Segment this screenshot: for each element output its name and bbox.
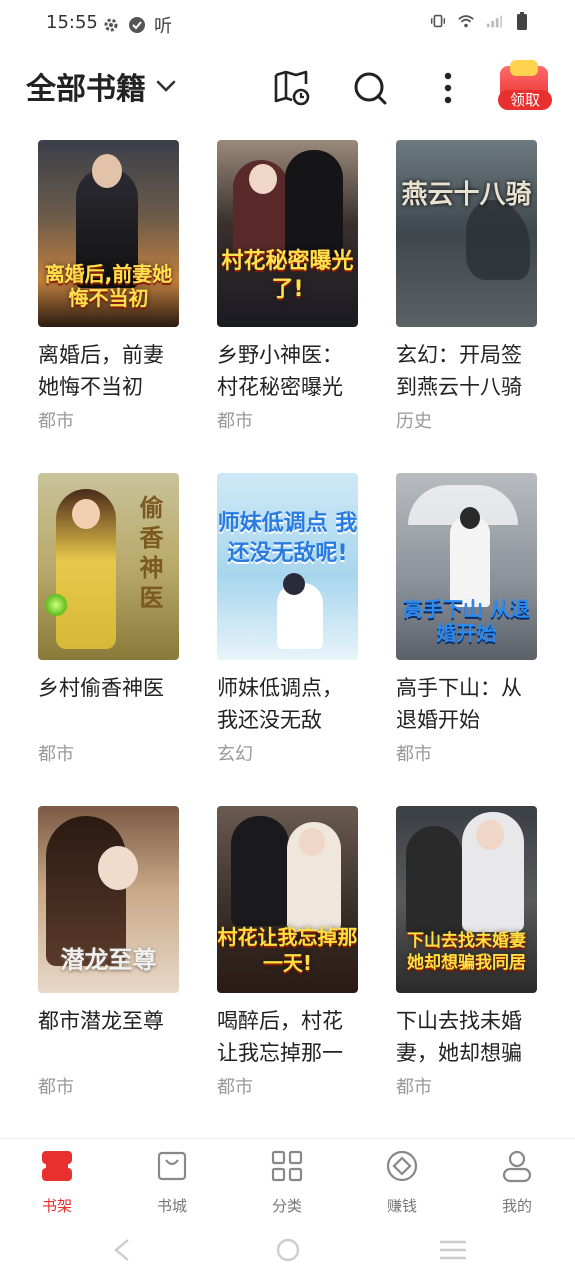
battery-icon <box>513 12 531 30</box>
cover-title: 下山去找未婚妻 她却想骗我同居 <box>407 931 526 973</box>
book-cover: 师妹低调点 我还没无敌呢! <box>217 473 358 660</box>
book-genre: 都市 <box>396 744 432 765</box>
status-time: 15:55 <box>46 12 98 33</box>
bookshelf-icon <box>42 1151 72 1181</box>
book-card[interactable]: 村花让我忘掉那一天! 喝醉后，村花让我忘掉那一 都市 <box>217 806 359 1099</box>
tab-profile[interactable]: 我的 <box>477 1149 557 1216</box>
book-card[interactable]: 偷香神医 乡村偷香神医 都市 <box>38 473 180 766</box>
cover-title: 师妹低调点 我还没无敌呢! <box>217 511 358 566</box>
cover-title: 燕云十八骑 <box>401 180 532 210</box>
book-title: 高手下山：从退婚开始 <box>396 676 522 732</box>
book-title: 都市潜龙至尊 <box>38 1009 164 1033</box>
book-title: 乡野小神医：村花秘密曝光 <box>217 343 343 399</box>
book-cover: 燕云十八骑 <box>396 140 537 327</box>
shopping-bag-icon <box>157 1151 187 1181</box>
cover-title: 村花秘密曝光了! <box>221 249 354 302</box>
book-card[interactable]: 离婚后,前妻她悔不当初 离婚后，前妻她悔不当初 都市 <box>38 140 180 433</box>
book-genre: 都市 <box>38 1077 74 1098</box>
book-title: 玄幻：开局签到燕云十八骑 <box>396 343 522 399</box>
home-icon[interactable] <box>273 1238 303 1262</box>
listen-label: 听 <box>154 16 172 37</box>
search-button[interactable] <box>350 68 390 108</box>
book-genre: 都市 <box>38 744 74 765</box>
book-card[interactable]: 师妹低调点 我还没无敌呢! 师妹低调点，我还没无敌 玄幻 <box>217 473 359 766</box>
book-clock-icon <box>274 70 310 106</box>
book-genre: 都市 <box>217 411 253 432</box>
back-icon[interactable] <box>108 1238 138 1262</box>
chevron-down-icon <box>156 80 176 92</box>
system-nav-bar <box>0 1222 575 1280</box>
cover-title: 高手下山 从退婚开始 <box>403 597 530 645</box>
book-genre: 历史 <box>396 411 432 432</box>
book-cover: 高手下山 从退婚开始 <box>396 473 537 660</box>
book-title: 乡村偷香神医 <box>38 676 164 700</box>
book-cover: 偷香神医 <box>38 473 179 660</box>
book-cover: 村花让我忘掉那一天! <box>217 806 358 993</box>
cover-title: 离婚后,前妻她悔不当初 <box>44 262 173 310</box>
book-card[interactable]: 高手下山 从退婚开始 高手下山：从退婚开始 都市 <box>396 473 538 766</box>
signal-icon <box>485 12 503 30</box>
coin-icon <box>386 1150 418 1182</box>
tab-bookshelf[interactable]: 书架 <box>17 1149 97 1216</box>
book-cover: 村花秘密曝光了! <box>217 140 358 327</box>
book-cover: 下山去找未婚妻 她却想骗我同居 <box>396 806 537 993</box>
more-vertical-icon <box>444 72 452 104</box>
book-cover: 潜龙至尊 <box>38 806 179 993</box>
vibrate-icon <box>429 12 447 30</box>
book-card[interactable]: 潜龙至尊 都市潜龙至尊 都市 <box>38 806 180 1099</box>
tab-bookstore[interactable]: 书城 <box>132 1149 212 1216</box>
grid-icon <box>271 1150 303 1182</box>
wifi-icon <box>457 12 475 30</box>
bottom-nav: 书架 书城 分类 赚钱 我的 <box>0 1138 575 1221</box>
check-circle-icon <box>128 16 146 34</box>
search-icon <box>354 72 387 105</box>
header: 全部书籍 领取 <box>0 56 575 120</box>
cover-title: 偷香神医 <box>139 494 164 612</box>
book-genre: 都市 <box>396 1077 432 1098</box>
book-title: 下山去找未婚妻，她却想骗 <box>396 1009 522 1065</box>
book-title: 师妹低调点，我还没无敌 <box>217 676 343 732</box>
cover-title: 村花让我忘掉那一天! <box>217 925 358 975</box>
book-title: 喝醉后，村花让我忘掉那一 <box>217 1009 343 1065</box>
book-cover: 离婚后,前妻她悔不当初 <box>38 140 179 327</box>
cover-title: 潜龙至尊 <box>60 946 157 974</box>
bookshelf-filter-dropdown[interactable]: 全部书籍 <box>26 64 178 108</box>
tab-earn[interactable]: 赚钱 <box>362 1149 442 1216</box>
recents-icon[interactable] <box>438 1238 468 1262</box>
book-genre: 都市 <box>217 1077 253 1098</box>
book-genre: 都市 <box>38 411 74 432</box>
user-icon <box>502 1150 532 1183</box>
book-card[interactable]: 燕云十八骑 玄幻：开局签到燕云十八骑 历史 <box>396 140 538 433</box>
book-card[interactable]: 下山去找未婚妻 她却想骗我同居 下山去找未婚妻，她却想骗 都市 <box>396 806 538 1099</box>
reward-label: 领取 <box>498 90 552 110</box>
book-genre: 玄幻 <box>217 744 253 765</box>
page-title: 全部书籍 <box>26 72 146 107</box>
reading-history-button[interactable] <box>272 68 312 108</box>
status-bar: 15:55 听 <box>0 0 575 48</box>
book-card[interactable]: 村花秘密曝光了! 乡野小神医：村花秘密曝光 都市 <box>217 140 359 433</box>
book-title: 离婚后，前妻她悔不当初 <box>38 343 164 399</box>
more-button[interactable] <box>428 68 468 108</box>
reward-claim-button[interactable]: 领取 <box>498 60 552 114</box>
settings-icon <box>102 16 120 34</box>
tab-category[interactable]: 分类 <box>247 1149 327 1216</box>
